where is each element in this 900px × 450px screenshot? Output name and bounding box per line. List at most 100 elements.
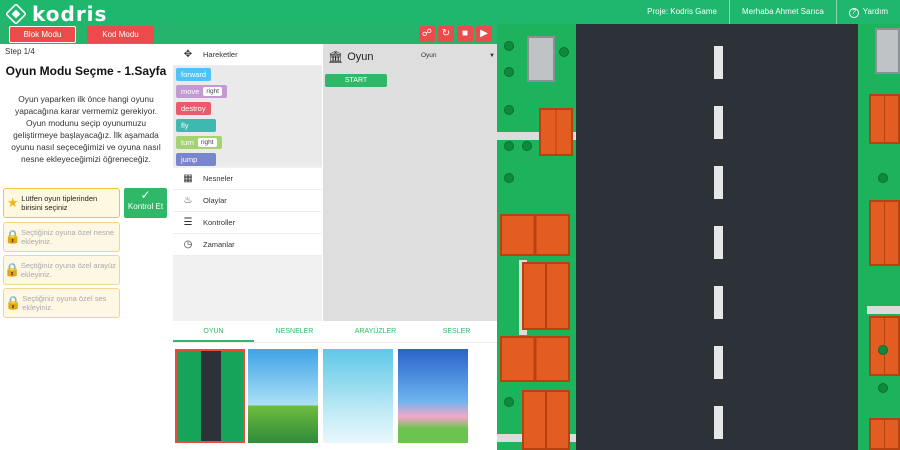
toolbar: ☍ ↻ ■ ▶ [419, 26, 492, 42]
sidewalk [867, 306, 900, 314]
step-indicator: Step 1/4 [5, 47, 35, 56]
user-greeting[interactable]: Merhaba Ahmet Sarıca [728, 0, 836, 24]
project-name[interactable]: Proje: Kodris Game [635, 0, 729, 24]
category-label: Hareketler [203, 50, 238, 59]
lane-marking [714, 106, 723, 139]
task-item: 🔒 Seçtiğiniz oyuna özel ses ekleyiniz. [3, 288, 120, 318]
block-move[interactable]: move right [176, 85, 227, 98]
lock-icon: 🔒 [4, 229, 21, 244]
house [869, 200, 900, 266]
game-thumbnail-road[interactable] [175, 349, 245, 443]
checkmark-icon: ✓ [140, 188, 151, 202]
tab-objects[interactable]: NESNELER [254, 321, 335, 342]
house [500, 214, 570, 256]
instructions-panel: Step 1/4 Oyun Modu Seçme - 1.Sayfa Oyun … [0, 44, 172, 450]
task-item[interactable]: ★ Lütfen oyun tiplerinden birisini seçin… [3, 188, 120, 218]
task-label: Seçtiğiniz oyuna özel ses ekleyiniz. [22, 294, 107, 312]
direction-dropdown[interactable]: right [197, 138, 217, 147]
workspace-title-label: Oyun [347, 51, 374, 63]
tree [505, 174, 513, 182]
code-workspace[interactable]: 🏛 Oyun Oyun ▼ START [323, 44, 497, 321]
lane-marking [714, 286, 723, 319]
help-link[interactable]: ? Yardım [835, 0, 900, 24]
logo[interactable]: kodris [4, 2, 108, 26]
road-preview [201, 351, 221, 441]
lane-marking [714, 406, 723, 439]
block-mode-button[interactable]: Blok Modu [9, 26, 76, 43]
kodris-logo-icon [4, 2, 28, 26]
museum-icon: 🏛 [328, 50, 344, 64]
category-movement[interactable]: ✥ Hareketler [173, 44, 322, 66]
lane-marking [714, 226, 723, 259]
play-icon[interactable]: ▶ [476, 26, 492, 42]
lane-marking [714, 46, 723, 79]
chevron-down-icon[interactable]: ▼ [489, 53, 495, 59]
task-item: 🔒 Seçtiğiniz oyuna özel arayüz ekleyiniz… [3, 255, 120, 285]
block-forward[interactable]: forward [176, 68, 212, 81]
tree [560, 48, 568, 56]
tree [505, 142, 513, 150]
task-label: Seçtiğiniz oyuna özel nesne ekleyiniz. [21, 228, 115, 246]
game-thumbnail-forest[interactable] [248, 349, 318, 443]
sprite-select[interactable]: Oyun [421, 52, 437, 59]
game-preview[interactable] [497, 24, 900, 450]
block-turn[interactable]: turn right [176, 136, 222, 149]
lane-marking [714, 346, 723, 379]
house [522, 390, 570, 450]
block-destroy[interactable]: destroy [176, 102, 211, 115]
help-label: Yardım [862, 7, 888, 16]
undo-icon[interactable]: ↻ [438, 26, 454, 42]
tree [879, 346, 887, 354]
clock-icon: ◷ [183, 239, 193, 250]
block-palette: ✥ Hareketler forward move right destroy f… [173, 44, 322, 321]
blocks-list: forward move right destroy fly turn right … [173, 66, 322, 166]
tab-interfaces[interactable]: ARAYÜZLER [335, 321, 416, 342]
house [500, 336, 570, 382]
house [869, 418, 900, 450]
house [869, 94, 900, 144]
building [527, 36, 555, 82]
lane-marking [714, 166, 723, 199]
direction-dropdown[interactable]: right [203, 87, 222, 96]
tab-game[interactable]: OYUN [173, 321, 254, 342]
category-objects[interactable]: ▦ Nesneler [173, 168, 322, 190]
code-mode-button[interactable]: Kod Modu [87, 26, 154, 43]
tree [879, 384, 887, 392]
check-button[interactable]: ✓ Kontrol Et [124, 188, 167, 218]
category-label: Nesneler [203, 174, 234, 183]
category-events[interactable]: ♨ Olaylar [173, 190, 322, 212]
category-timers[interactable]: ◷ Zamanlar [173, 234, 322, 256]
asset-panel: OYUN NESNELER ARAYÜZLER SESLER [173, 321, 497, 450]
page-title: Oyun Modu Seçme - 1.Sayfa [5, 64, 167, 78]
flame-icon: ♨ [183, 195, 193, 206]
tab-sounds[interactable]: SESLER [416, 321, 497, 342]
task-label: Lütfen oyun tiplerinden birisini seçiniz [21, 194, 98, 212]
game-thumbnail-rainbow[interactable] [398, 349, 468, 443]
category-label: Zamanlar [203, 240, 235, 249]
house [539, 108, 573, 156]
save-icon[interactable]: ■ [457, 26, 473, 42]
instructions-text: Oyun yaparken ilk önce hangi oyunu yapac… [11, 94, 161, 164]
tree [505, 42, 513, 50]
block-fly[interactable]: fly [176, 119, 216, 132]
grid-icon: ▦ [183, 173, 193, 184]
workspace-title: 🏛 Oyun [328, 50, 374, 64]
tree [505, 106, 513, 114]
tree [505, 398, 513, 406]
logo-text: kodris [32, 2, 108, 26]
house [522, 262, 570, 330]
share-icon[interactable]: ☍ [419, 26, 435, 42]
move-arrows-icon: ✥ [183, 49, 193, 60]
task-label: Seçtiğiniz oyuna özel arayüz ekleyiniz. [20, 261, 116, 279]
star-icon: ★ [6, 195, 19, 210]
game-thumbnail-sky[interactable] [323, 349, 393, 443]
category-controls[interactable]: ☰ Kontroller [173, 212, 322, 234]
lock-icon: 🔒 [5, 295, 22, 310]
lock-icon: 🔒 [4, 262, 21, 277]
start-block[interactable]: START [325, 74, 387, 87]
tree [879, 174, 887, 182]
block-jump[interactable]: jump [176, 153, 216, 166]
building [875, 28, 900, 74]
tree [505, 68, 513, 76]
tree [523, 142, 531, 150]
